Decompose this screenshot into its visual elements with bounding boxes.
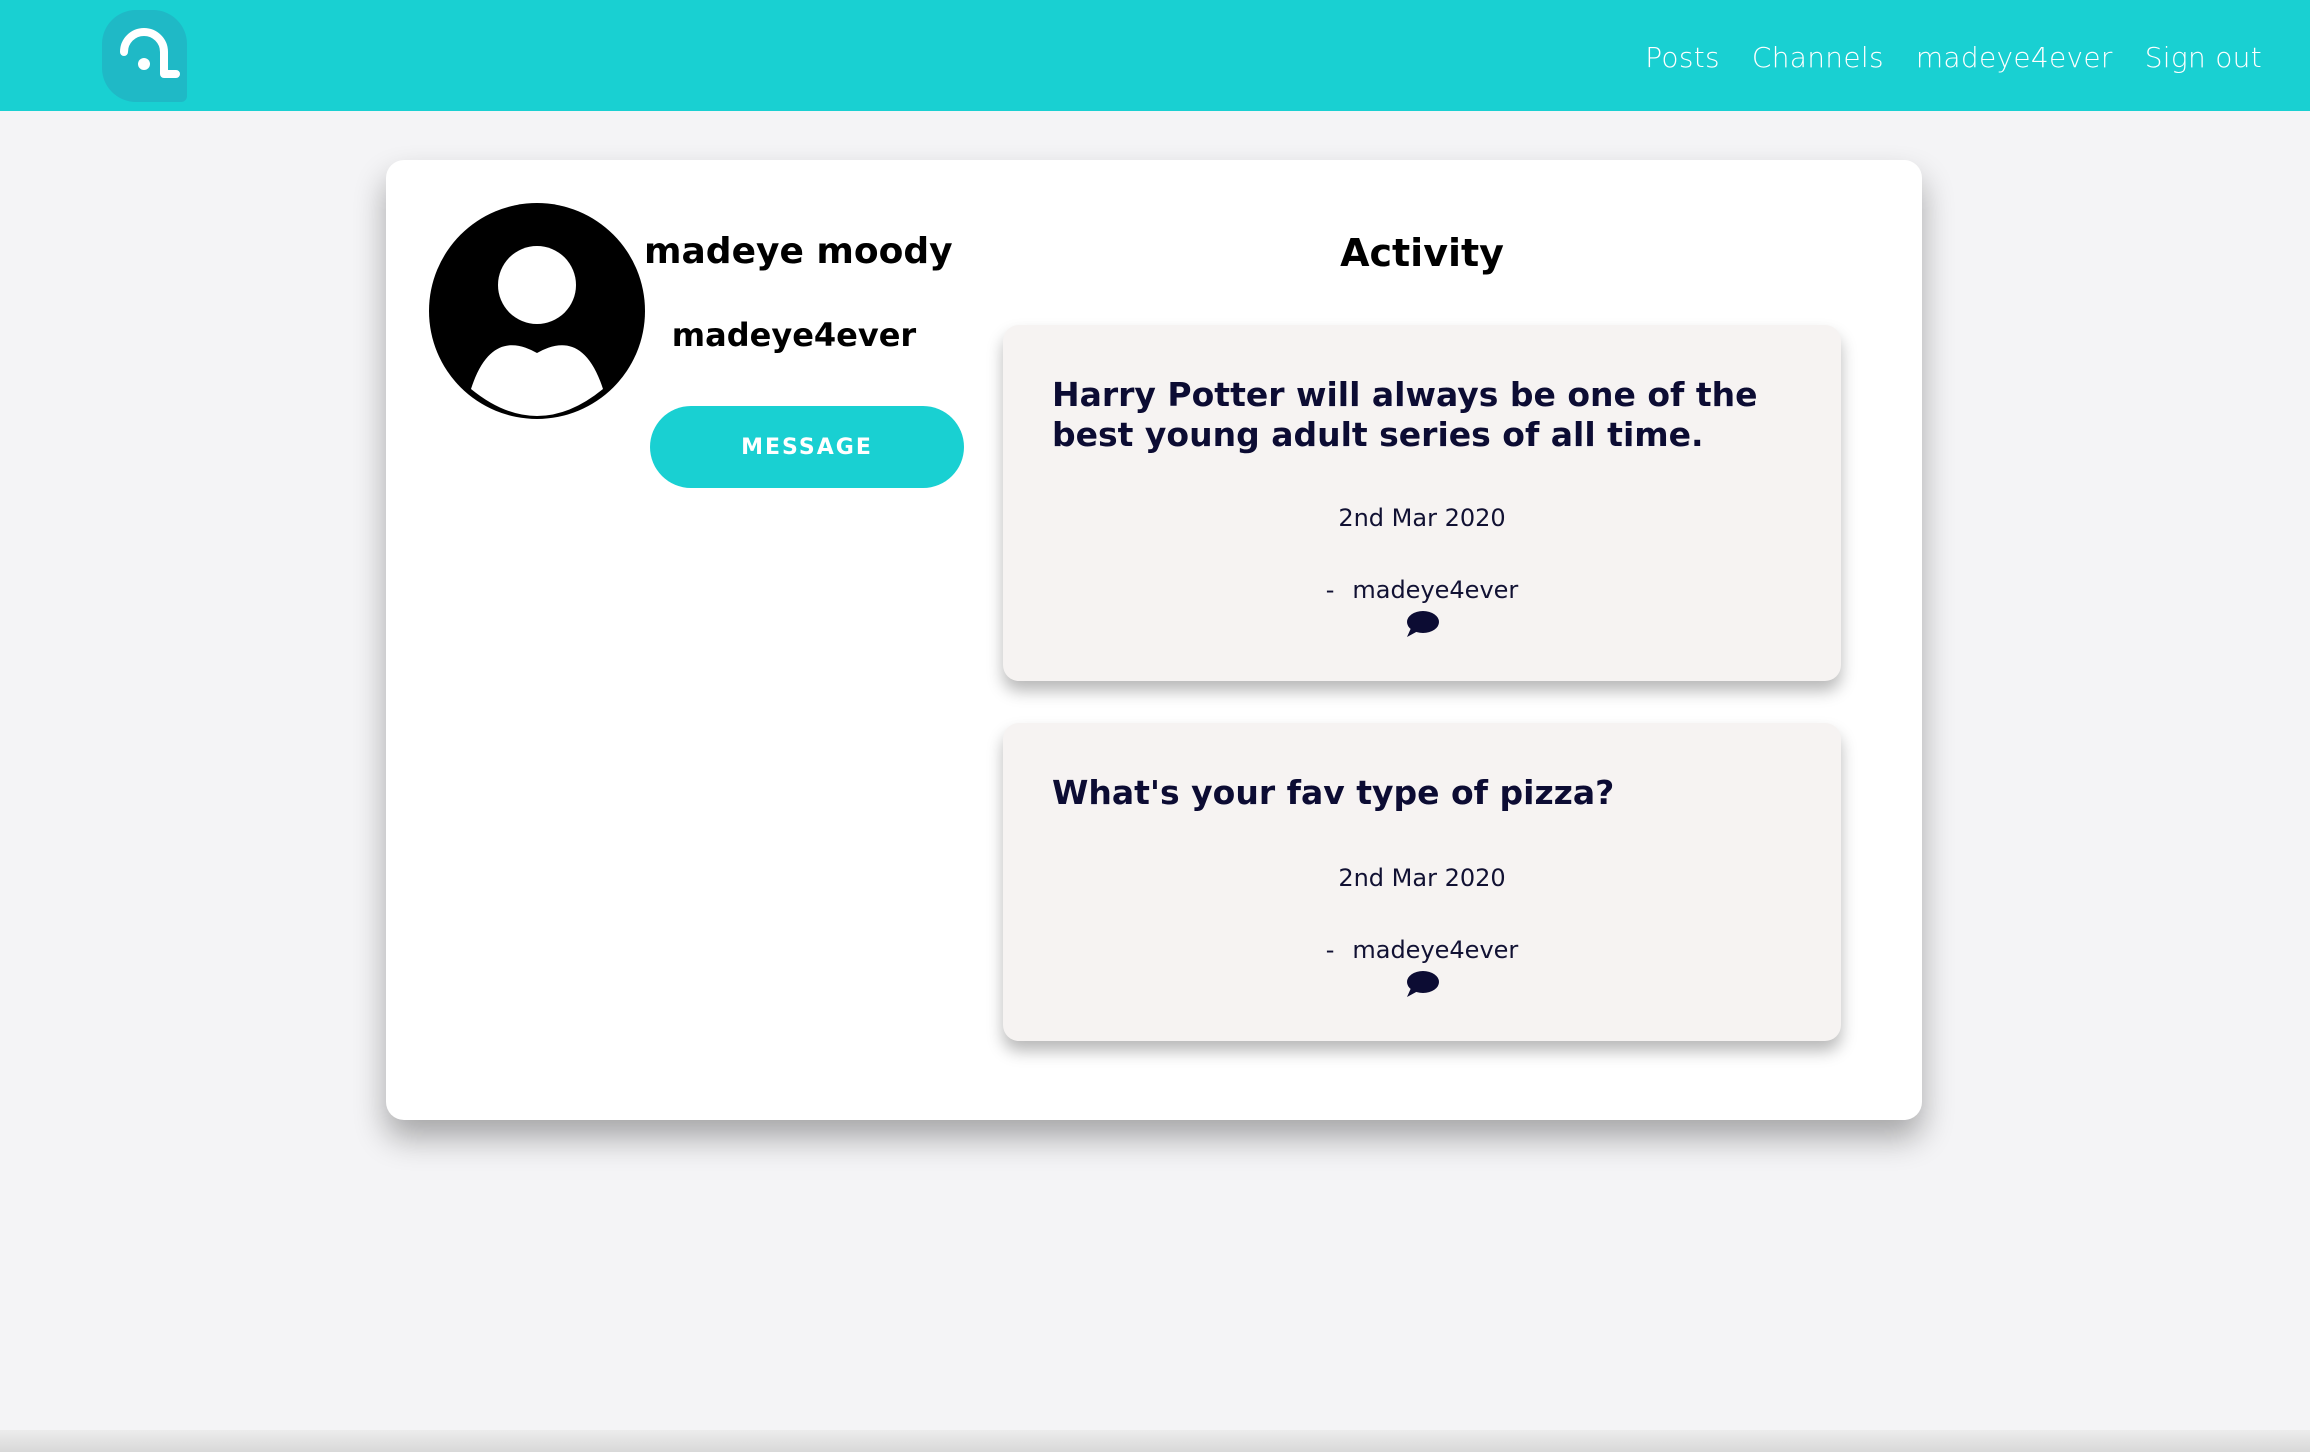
app-logo[interactable] xyxy=(102,10,187,102)
nav-link-sign-out[interactable]: Sign out xyxy=(2145,36,2262,80)
post-author-name[interactable]: madeye4ever xyxy=(1352,576,1518,604)
author-dash: - xyxy=(1325,576,1335,604)
post-date: 2nd Mar 2020 xyxy=(1338,864,1506,892)
navbar: Posts Channels madeye4ever Sign out xyxy=(0,0,2310,111)
profile-username: madeye4ever xyxy=(671,316,917,354)
post-title[interactable]: What's your fav type of pizza? xyxy=(1052,773,1772,813)
activity-heading: Activity xyxy=(1340,231,1504,275)
nav-link-profile[interactable]: madeye4ever xyxy=(1916,36,2113,80)
post-card[interactable]: Harry Potter will always be one of the b… xyxy=(1003,325,1841,681)
message-button[interactable]: MESSAGE xyxy=(650,406,964,488)
profile-card: madeye moody madeye4ever MESSAGE Activit… xyxy=(386,160,1922,1120)
nav-link-channels[interactable]: Channels xyxy=(1752,36,1884,80)
post-author-name[interactable]: madeye4ever xyxy=(1352,936,1518,964)
comment-icon[interactable] xyxy=(1404,969,1440,999)
comment-icon[interactable] xyxy=(1404,609,1440,639)
profile-full-name: madeye moody xyxy=(644,231,953,272)
window-bottom-edge xyxy=(0,1430,2310,1452)
post-author: - madeye4ever xyxy=(1003,575,1841,605)
post-title[interactable]: Harry Potter will always be one of the b… xyxy=(1052,375,1772,455)
nav-link-posts[interactable]: Posts xyxy=(1645,36,1720,80)
logo-icon xyxy=(120,28,180,78)
nav-links: Posts Channels madeye4ever Sign out xyxy=(1645,36,2262,80)
author-dash: - xyxy=(1325,936,1335,964)
post-date: 2nd Mar 2020 xyxy=(1338,504,1506,532)
user-avatar-icon xyxy=(429,203,645,419)
post-author: - madeye4ever xyxy=(1003,935,1841,965)
post-card[interactable]: What's your fav type of pizza? 2nd Mar 2… xyxy=(1003,723,1841,1041)
